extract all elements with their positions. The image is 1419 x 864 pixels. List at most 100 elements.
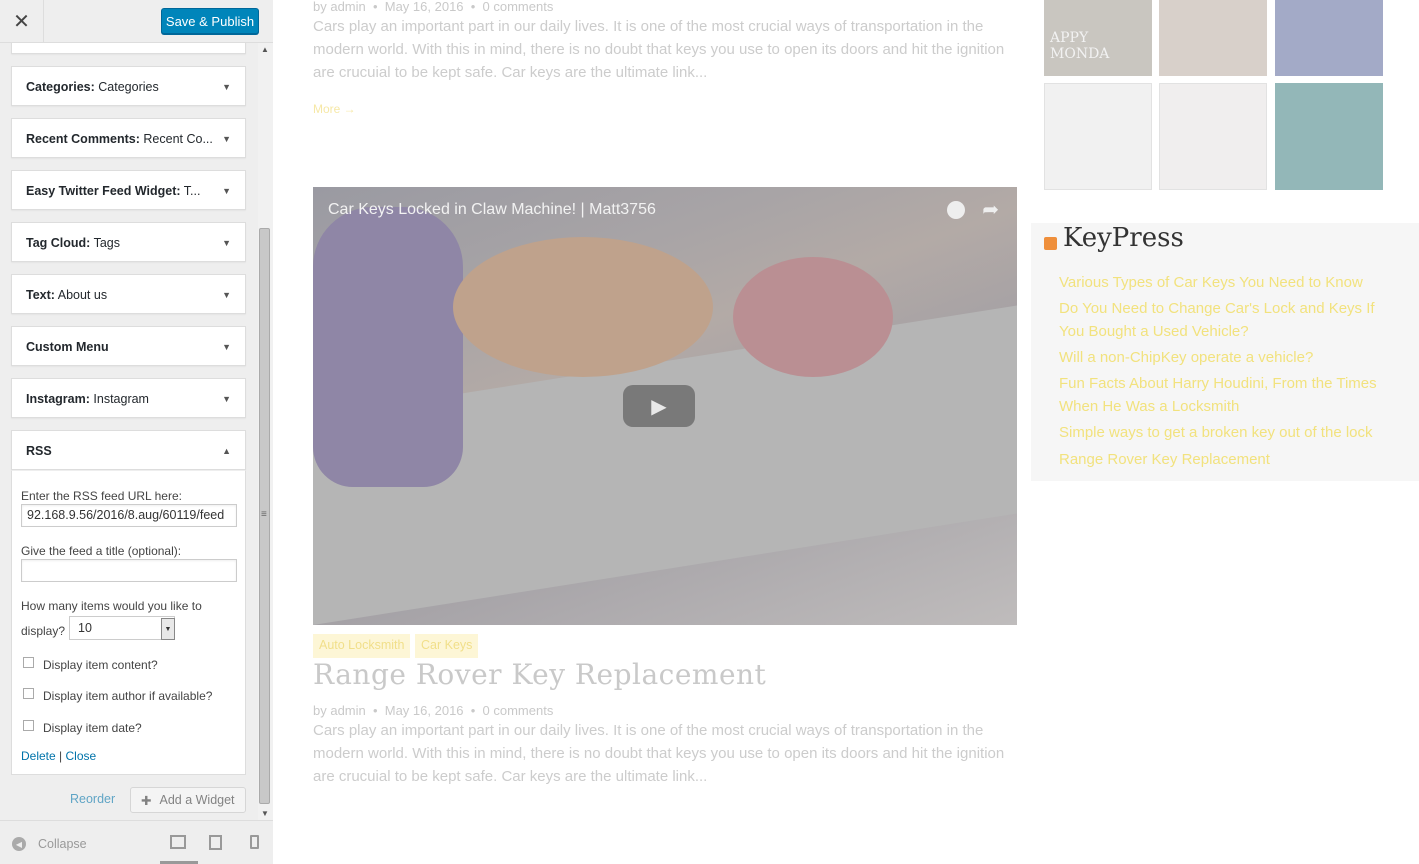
close-link[interactable]: Close — [66, 749, 97, 763]
post-date[interactable]: May 16, 2016 — [385, 0, 464, 14]
widget-recent-comments[interactable]: Recent Comments: Recent Co... ▼ — [11, 118, 246, 158]
widget-title: Instagram — [93, 392, 149, 406]
desktop-preview-icon[interactable] — [170, 835, 186, 849]
expand-arrow-icon[interactable]: ▼ — [222, 82, 231, 92]
rss-item-link[interactable]: Range Rover Key Replacement — [1059, 448, 1389, 471]
display-content-checkbox[interactable] — [23, 657, 34, 668]
post-meta: by admin • May 16, 2016 • 0 comments — [313, 0, 554, 14]
customizer-footer: ◀ Collapse — [0, 820, 273, 864]
expand-arrow-icon[interactable]: ▼ — [222, 394, 231, 404]
expand-arrow-icon[interactable]: ▼ — [222, 238, 231, 248]
widget-twitter-feed[interactable]: Easy Twitter Feed Widget: T... ▼ — [11, 170, 246, 210]
widget-type: Recent Comments: — [26, 132, 140, 146]
item-count-label: How many items would you like to — [21, 599, 202, 613]
site-preview: by admin • May 16, 2016 • 0 comments Car… — [274, 0, 1419, 864]
widget-type: Categories: — [26, 80, 95, 94]
customizer-sidebar: ✕ Save & Publish Categories: Categories … — [0, 0, 273, 864]
tablet-preview-icon[interactable] — [209, 835, 222, 850]
save-publish-button[interactable]: Save & Publish — [161, 8, 259, 34]
share-icon[interactable]: ➦ — [982, 197, 999, 222]
item-count-select[interactable]: 10 ▼ — [69, 616, 175, 640]
widget-instagram[interactable]: Instagram: Instagram ▼ — [11, 378, 246, 418]
close-icon[interactable]: ✕ — [0, 0, 44, 42]
widget-type: Easy Twitter Feed Widget: — [26, 184, 181, 198]
feed-title-label: Give the feed a title (optional): — [21, 544, 182, 558]
category-tag[interactable]: Car Keys — [415, 634, 479, 658]
widget-type: Instagram: — [26, 392, 90, 406]
rss-widget-form: Enter the RSS feed URL here: 92.168.9.56… — [11, 470, 246, 775]
scrollbar[interactable]: ▲ ≡ ▼ — [258, 43, 273, 820]
delete-link[interactable]: Delete — [21, 749, 56, 763]
feed-title-input[interactable] — [21, 559, 237, 582]
widget-actions: Reorder ✚ Add a Widget — [0, 785, 258, 815]
add-widget-label: Add a Widget — [159, 793, 235, 807]
reorder-button[interactable]: Reorder — [70, 792, 115, 806]
more-link[interactable]: More → — [313, 102, 356, 116]
scroll-up-icon[interactable]: ▲ — [261, 45, 269, 54]
instagram-thumbnail[interactable] — [1159, 83, 1267, 190]
expand-arrow-icon[interactable]: ▼ — [222, 186, 231, 196]
display-author-checkbox[interactable] — [23, 688, 34, 699]
widget-rss[interactable]: RSS ▲ — [11, 430, 246, 470]
widget-type: Tag Cloud: — [26, 236, 91, 250]
widget-type: Custom Menu — [26, 340, 109, 354]
rss-url-label: Enter the RSS feed URL here: — [21, 489, 182, 503]
collapse-button[interactable]: Collapse — [38, 837, 87, 851]
video-embed[interactable]: Car Keys Locked in Claw Machine! | Matt3… — [313, 187, 1017, 625]
widget-categories[interactable]: Categories: Categories ▼ — [11, 66, 246, 106]
instagram-thumbnail[interactable]: APPY MONDA — [1044, 0, 1152, 76]
mobile-preview-icon[interactable] — [250, 835, 259, 849]
rss-item-link[interactable]: Various Types of Car Keys You Need to Kn… — [1059, 271, 1389, 294]
rss-item-link[interactable]: Fun Facts About Harry Houdini, From the … — [1059, 372, 1389, 418]
display-content-label: Display item content? — [43, 658, 158, 672]
widget-custom-menu[interactable]: Custom Menu ▼ — [11, 326, 246, 366]
collapse-arrow-icon[interactable]: ▲ — [222, 446, 231, 456]
category-tag[interactable]: Auto Locksmith — [313, 634, 411, 658]
rss-url-input[interactable]: 92.168.9.56/2016/8.aug/60119/feed — [21, 504, 237, 527]
widget-partial[interactable] — [11, 43, 246, 54]
widget-text[interactable]: Text: About us ▼ — [11, 274, 246, 314]
widget-title: Categories — [98, 80, 159, 94]
post-excerpt: Cars play an important part in our daily… — [313, 722, 1005, 785]
expand-arrow-icon[interactable]: ▼ — [222, 290, 231, 300]
post-excerpt: Cars play an important part in our daily… — [313, 18, 1005, 81]
rss-item-link[interactable]: Will a non-ChipKey operate a vehicle? — [1059, 346, 1389, 369]
widget-title: T... — [183, 184, 201, 198]
display-date-checkbox[interactable] — [23, 720, 34, 731]
thumbnail-text: APPY MONDA — [1050, 30, 1110, 62]
expand-arrow-icon[interactable]: ▼ — [222, 342, 231, 352]
scroll-down-icon[interactable]: ▼ — [261, 809, 269, 818]
item-count-label-2: display? — [21, 624, 66, 638]
widget-type: Text: — [26, 288, 55, 302]
video-title[interactable]: Car Keys Locked in Claw Machine! | Matt3… — [328, 201, 656, 219]
rss-item-link[interactable]: Simple ways to get a broken key out of t… — [1059, 421, 1389, 444]
play-button-icon[interactable]: ▶ — [623, 385, 695, 427]
chevron-down-icon[interactable]: ▼ — [161, 618, 175, 640]
watch-later-icon[interactable] — [947, 201, 965, 219]
post-author[interactable]: by admin — [313, 0, 366, 14]
post-title[interactable]: Range Rover Key Replacement — [313, 658, 766, 691]
widget-type: RSS — [26, 444, 52, 458]
display-author-label: Display item author if available? — [43, 689, 213, 703]
instagram-thumbnail[interactable] — [1275, 83, 1383, 190]
add-widget-button[interactable]: ✚ Add a Widget — [130, 787, 246, 813]
instagram-thumbnail[interactable] — [1159, 0, 1267, 76]
scrollbar-thumb[interactable]: ≡ — [259, 228, 270, 804]
instagram-thumbnail[interactable] — [1044, 83, 1152, 190]
widget-tag-cloud[interactable]: Tag Cloud: Tags ▼ — [11, 222, 246, 262]
post-comments[interactable]: 0 comments — [483, 703, 554, 718]
grip-icon: ≡ — [261, 509, 267, 520]
instagram-thumbnail[interactable] — [1275, 0, 1383, 76]
item-count-value: 10 — [78, 621, 92, 635]
collapse-icon[interactable]: ◀ — [12, 837, 26, 851]
rss-item-link[interactable]: Do You Need to Change Car's Lock and Key… — [1059, 297, 1389, 343]
rss-widget-title[interactable]: KeyPress — [1063, 223, 1184, 253]
customizer-header: ✕ Save & Publish — [0, 0, 273, 43]
rss-icon[interactable] — [1044, 237, 1057, 250]
expand-arrow-icon[interactable]: ▼ — [222, 134, 231, 144]
post-date[interactable]: May 16, 2016 — [385, 703, 464, 718]
widget-title: About us — [57, 288, 108, 302]
post-author[interactable]: by admin — [313, 703, 366, 718]
post-comments[interactable]: 0 comments — [483, 0, 554, 14]
separator: | — [59, 749, 63, 763]
